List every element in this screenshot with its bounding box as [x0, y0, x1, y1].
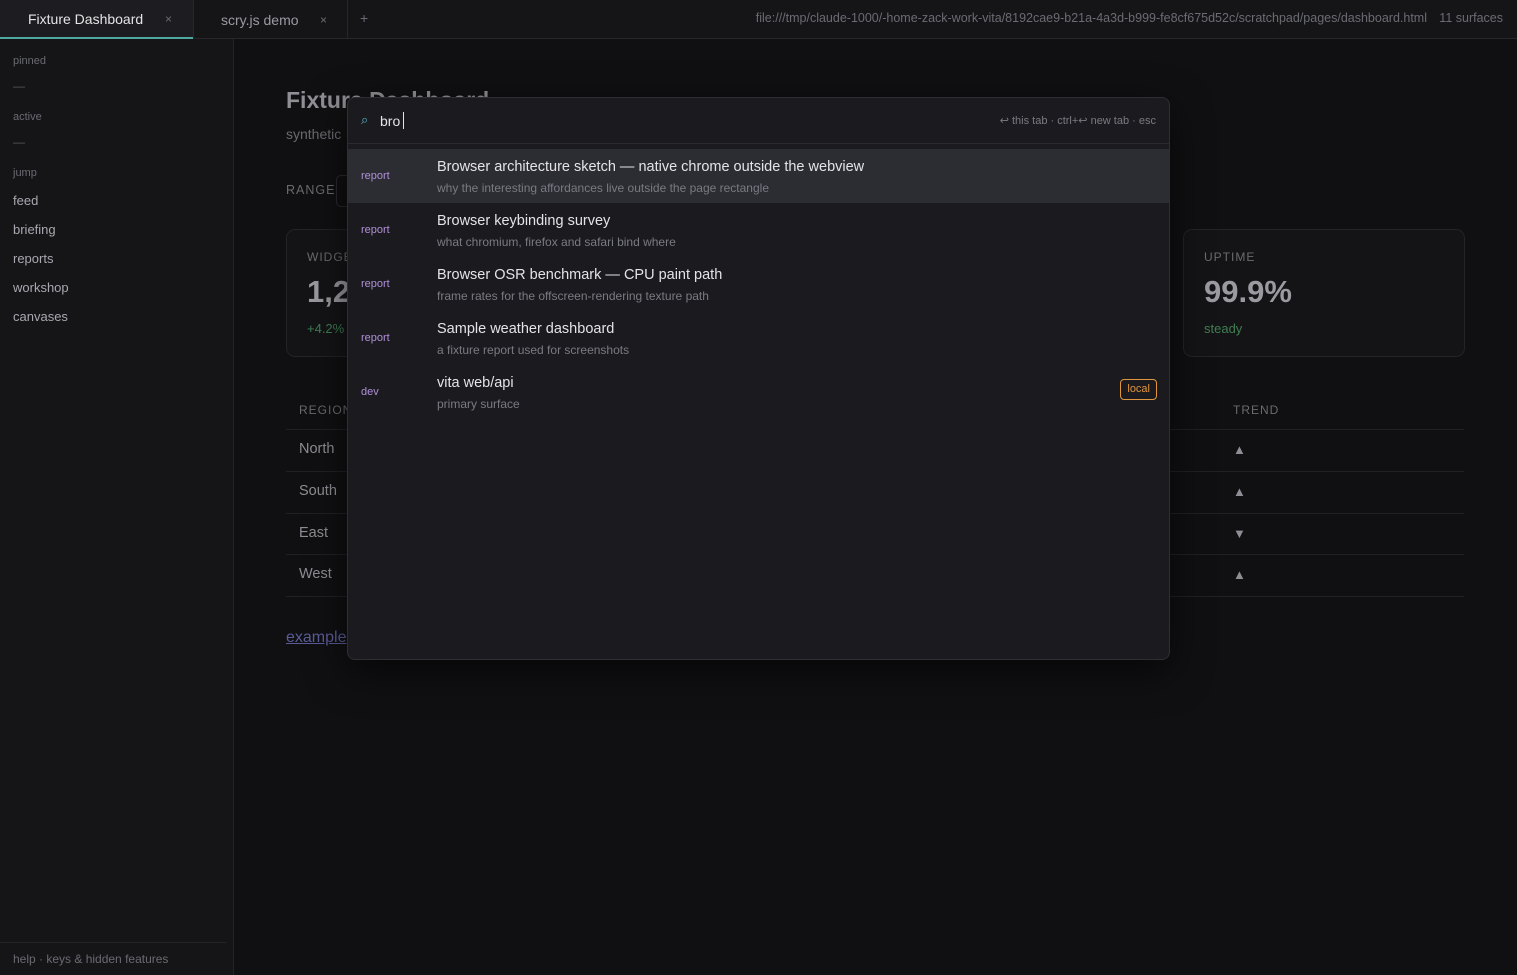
palette-result[interactable]: report Browser keybinding survey what ch… — [348, 203, 1169, 257]
card-value: 1,2 — [307, 274, 351, 309]
sidebar-item-workshop[interactable]: workshop — [13, 280, 69, 295]
help-link[interactable]: help · keys & hidden features — [13, 952, 168, 966]
card-value: 99.9% — [1204, 274, 1292, 309]
example-link[interactable]: example — [286, 629, 346, 647]
palette-result[interactable]: report Sample weather dashboard a fixtur… — [348, 311, 1169, 365]
tab-title: Fixture Dashboard — [28, 10, 144, 27]
region-cell: North — [299, 441, 335, 457]
result-description: a fixture report used for screenshots — [437, 343, 630, 357]
local-badge: local — [1120, 379, 1157, 400]
palette-result[interactable]: dev vita web/api primary surface local — [348, 365, 1169, 419]
palette-search-input[interactable] — [380, 110, 940, 132]
card-delta: steady — [1204, 321, 1243, 336]
sidebar-section-active: active — [13, 111, 42, 123]
card-label: UPTIME — [1204, 250, 1256, 264]
command-palette: ⌕ ↩ this tab · ctrl+↩ new tab · esc repo… — [347, 97, 1170, 660]
sidebar-pinned-empty: — — [13, 79, 25, 93]
result-kind: dev — [361, 386, 379, 398]
sidebar-section-jump: jump — [13, 167, 37, 179]
result-title: Sample weather dashboard — [437, 321, 615, 337]
sidebar-active-empty: — — [13, 135, 25, 149]
address-url[interactable]: file:///tmp/claude-1000/-home-zack-work-… — [756, 11, 1427, 25]
result-kind: report — [361, 224, 390, 236]
tab-title: scry.js demo — [221, 11, 299, 28]
region-cell: South — [299, 483, 337, 499]
result-title: Browser architecture sketch — native chr… — [437, 159, 865, 175]
result-title: Browser OSR benchmark — CPU paint path — [437, 267, 723, 283]
palette-result[interactable]: report Browser architecture sketch — nat… — [348, 149, 1169, 203]
tab-close-icon[interactable]: × — [165, 12, 172, 26]
trend-up-icon: ▲ — [1233, 484, 1246, 499]
sidebar-item-canvases[interactable]: canvases — [13, 309, 68, 324]
column-header-region: REGION — [299, 403, 353, 417]
search-icon: ⌕ — [361, 112, 369, 127]
surfaces-count: 11 surfaces — [1439, 11, 1503, 25]
result-description: why the interesting affordances live out… — [437, 181, 769, 195]
stat-card-uptime: UPTIME 99.9% steady — [1183, 229, 1465, 357]
card-label: WIDGE — [307, 250, 353, 264]
column-header-trend: TREND — [1233, 403, 1280, 417]
result-description: primary surface — [437, 397, 520, 411]
keyboard-hints: ↩ this tab · ctrl+↩ new tab · esc — [999, 115, 1156, 127]
tab-scry-demo[interactable]: scry.js demo × — [194, 0, 347, 39]
tab-close-icon[interactable]: × — [320, 13, 327, 27]
result-kind: report — [361, 278, 390, 290]
sidebar-item-feed[interactable]: feed — [13, 193, 38, 208]
sidebar-item-reports[interactable]: reports — [13, 251, 53, 266]
palette-search-row: ⌕ ↩ this tab · ctrl+↩ new tab · esc — [348, 98, 1169, 144]
card-delta: +4.2% — [307, 321, 345, 336]
result-description: what chromium, firefox and safari bind w… — [437, 235, 676, 249]
trend-down-icon: ▼ — [1233, 526, 1246, 541]
tab-divider — [347, 0, 348, 39]
sidebar-footer: help · keys & hidden features — [0, 942, 226, 975]
result-title: Browser keybinding survey — [437, 213, 611, 229]
trend-up-icon: ▲ — [1233, 567, 1246, 582]
trend-up-icon: ▲ — [1233, 442, 1246, 457]
text-caret — [403, 112, 404, 129]
result-description: frame rates for the offscreen-rendering … — [437, 289, 709, 303]
region-cell: West — [299, 566, 332, 582]
sidebar: pinned — active — jump feed briefing rep… — [0, 39, 234, 975]
result-kind: report — [361, 170, 390, 182]
palette-result[interactable]: report Browser OSR benchmark — CPU paint… — [348, 257, 1169, 311]
sidebar-section-pinned: pinned — [13, 55, 47, 67]
result-title: vita web/api — [437, 375, 514, 391]
result-kind: report — [361, 332, 390, 344]
tab-fixture-dashboard[interactable]: Fixture Dashboard × — [0, 0, 193, 39]
range-label: RANGE — [286, 183, 336, 197]
sidebar-item-briefing[interactable]: briefing — [13, 222, 56, 237]
page-subtitle: synthetic — [286, 126, 342, 142]
tab-bar: Fixture Dashboard × scry.js demo × + fil… — [0, 0, 1517, 39]
region-cell: East — [299, 525, 329, 541]
new-tab-button[interactable]: + — [360, 10, 368, 26]
